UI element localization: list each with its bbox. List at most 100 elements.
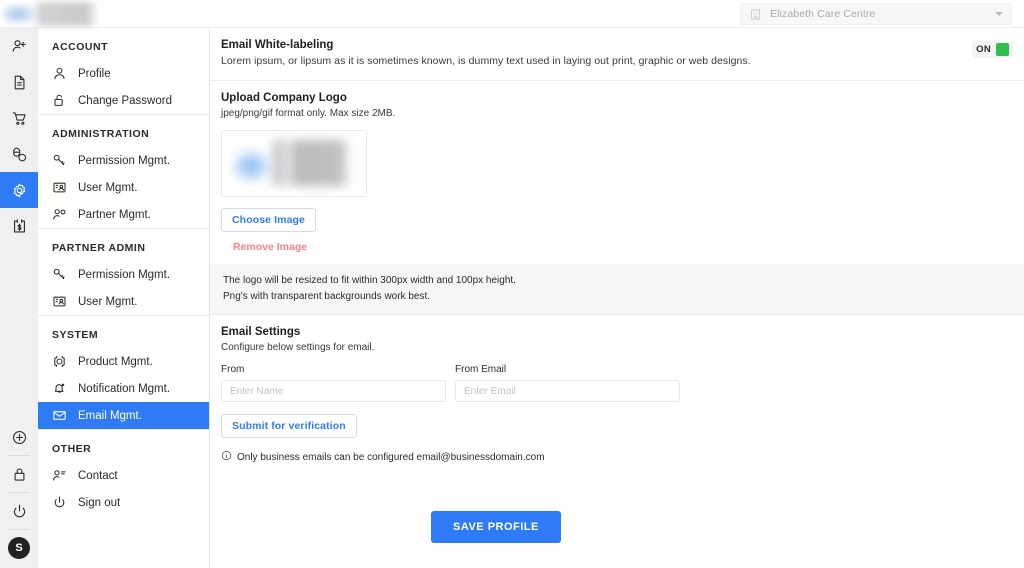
sidebar-item-permission-mgmt[interactable]: Permission Mgmt. bbox=[38, 147, 209, 174]
email-settings-subtitle: Configure below settings for email. bbox=[221, 342, 375, 353]
avatar[interactable]: S bbox=[8, 537, 30, 559]
sidebar-item-product-mgmt[interactable]: Product Mgmt. bbox=[38, 348, 209, 375]
contact-icon bbox=[52, 468, 67, 483]
sidebar-item-label: Permission Mgmt. bbox=[78, 268, 171, 281]
upload-logo-subtitle: jpeg/png/gif format only. Max size 2MB. bbox=[221, 108, 396, 119]
organization-name: Elizabeth Care Centre bbox=[770, 8, 876, 20]
key-icon bbox=[52, 267, 67, 282]
sidebar-item-label: Permission Mgmt. bbox=[78, 154, 171, 167]
top-bar: Elizabeth Care Centre bbox=[0, 0, 1024, 28]
sidebar-item-partner-mgmt[interactable]: Partner Mgmt. bbox=[38, 201, 209, 228]
page-title: Email White-labeling bbox=[221, 39, 334, 51]
gear-icon[interactable] bbox=[0, 172, 38, 208]
sidebar-item-user-mgmt[interactable]: User Mgmt. bbox=[38, 174, 209, 201]
sidebar-group-partner-admin: PARTNER ADMIN Permission Mgmt. User Mgmt… bbox=[38, 228, 209, 315]
logo-preview-image bbox=[233, 140, 352, 186]
icon-rail-bottom: S bbox=[0, 419, 38, 568]
icon-rail-top bbox=[0, 28, 38, 244]
plus-circle-icon[interactable] bbox=[0, 419, 38, 455]
product-icon bbox=[52, 354, 67, 369]
logo-requirements-note: The logo will be resized to fit within 3… bbox=[210, 264, 1024, 314]
remove-image-link[interactable]: Remove Image bbox=[221, 241, 1013, 253]
partner-icon bbox=[52, 207, 67, 222]
sidebar-group-administration: ADMINISTRATION Permission Mgmt. User Mgm… bbox=[38, 114, 209, 228]
white-labeling-header: Email White-labeling Lorem ipsum, or lip… bbox=[221, 28, 1013, 67]
sidebar-group-title: OTHER bbox=[52, 443, 92, 455]
main-content: Email White-labeling Lorem ipsum, or lip… bbox=[210, 28, 1024, 568]
id-card-icon bbox=[52, 294, 67, 309]
sidebar-group-system: SYSTEM Product Mgmt. Notification Mgmt. … bbox=[38, 315, 209, 429]
user-icon bbox=[52, 66, 67, 81]
sidebar-item-profile[interactable]: Profile bbox=[38, 60, 209, 87]
document-icon[interactable] bbox=[0, 64, 38, 100]
upload-company-logo-section: Upload Company Logo jpeg/png/gif format … bbox=[210, 81, 1024, 253]
sidebar-item-label: Product Mgmt. bbox=[78, 355, 153, 368]
key-icon bbox=[52, 153, 67, 168]
sidebar-item-label: Notification Mgmt. bbox=[78, 382, 171, 395]
power-icon[interactable] bbox=[0, 493, 38, 529]
white-labeling-text: Email White-labeling Lorem ipsum, or lip… bbox=[221, 39, 751, 67]
medication-icon[interactable] bbox=[0, 136, 38, 172]
sidebar-item-sign-out[interactable]: Sign out bbox=[38, 489, 209, 516]
toggle-label: ON bbox=[976, 44, 991, 55]
from-email-label: From Email bbox=[455, 364, 507, 375]
hint-text: Only business emails can be configured e… bbox=[237, 451, 545, 463]
sidebar-menu: ACCOUNT Profile Change Password ADMINIST… bbox=[38, 28, 210, 568]
rail-divider bbox=[8, 529, 30, 530]
toggle-switch[interactable] bbox=[996, 43, 1009, 56]
icon-rail: S bbox=[0, 28, 38, 568]
submit-for-verification-button[interactable]: Submit for verification bbox=[221, 414, 357, 438]
from-name-input[interactable] bbox=[221, 380, 446, 402]
sidebar-item-email-mgmt[interactable]: Email Mgmt. bbox=[38, 402, 209, 429]
from-email-field-group: From Email bbox=[455, 364, 680, 402]
sidebar-group-title: SYSTEM bbox=[52, 329, 99, 341]
app-root: Elizabeth Care Centre S ACCOUNT Profile … bbox=[0, 0, 1024, 568]
sidebar-item-label: Partner Mgmt. bbox=[78, 208, 151, 221]
sidebar-item-label: User Mgmt. bbox=[78, 181, 138, 194]
email-settings-section: Email Settings Configure below settings … bbox=[210, 315, 1024, 466]
add-user-icon[interactable] bbox=[0, 28, 38, 64]
sidebar-group-account: ACCOUNT Profile Change Password bbox=[38, 28, 209, 114]
calendar-dollar-icon[interactable] bbox=[0, 208, 38, 244]
sidebar-item-notification-mgmt[interactable]: Notification Mgmt. bbox=[38, 375, 209, 402]
sidebar-item-change-password[interactable]: Change Password bbox=[38, 87, 209, 114]
note-line-2: Png's with transparent backgrounds work … bbox=[223, 290, 431, 302]
brand-logo[interactable] bbox=[4, 2, 100, 26]
sidebar-item-contact[interactable]: Contact bbox=[38, 462, 209, 489]
building-icon bbox=[749, 8, 762, 21]
organization-selector[interactable]: Elizabeth Care Centre bbox=[740, 3, 1012, 25]
sidebar-group-other: OTHER Contact Sign out bbox=[38, 429, 209, 516]
cart-icon[interactable] bbox=[0, 100, 38, 136]
business-email-hint: Only business emails can be configured e… bbox=[221, 448, 1013, 466]
sidebar-item-partner-user-mgmt[interactable]: User Mgmt. bbox=[38, 288, 209, 315]
note-line-1: The logo will be resized to fit within 3… bbox=[223, 275, 516, 286]
sidebar-item-label: Sign out bbox=[78, 496, 121, 509]
logo-preview bbox=[221, 130, 367, 197]
choose-image-button[interactable]: Choose Image bbox=[221, 208, 316, 232]
chevron-down-icon[interactable] bbox=[995, 12, 1003, 16]
sidebar-item-partner-permission-mgmt[interactable]: Permission Mgmt. bbox=[38, 261, 209, 288]
email-settings-form: From From Email bbox=[221, 364, 1013, 402]
save-profile-wrap: SAVE PROFILE bbox=[431, 511, 561, 543]
white-labeling-toggle[interactable]: ON bbox=[972, 41, 1013, 58]
from-label: From bbox=[221, 364, 245, 375]
sidebar-group-title: PARTNER ADMIN bbox=[52, 242, 146, 254]
info-icon bbox=[221, 448, 232, 466]
page-description: Lorem ipsum, or lipsum as it is sometime… bbox=[221, 55, 751, 67]
lock-icon[interactable] bbox=[0, 456, 38, 492]
save-profile-button[interactable]: SAVE PROFILE bbox=[431, 511, 561, 543]
from-field-group: From bbox=[221, 364, 446, 402]
sidebar-item-label: Contact bbox=[78, 469, 118, 482]
sidebar-item-label: Email Mgmt. bbox=[78, 409, 142, 422]
unlock-icon bbox=[52, 93, 67, 108]
from-email-input[interactable] bbox=[455, 380, 680, 402]
sidebar-item-label: Change Password bbox=[78, 94, 172, 107]
sidebar-item-label: User Mgmt. bbox=[78, 295, 138, 308]
email-white-labeling-section: Email White-labeling Lorem ipsum, or lip… bbox=[210, 28, 1024, 67]
bell-icon bbox=[52, 381, 67, 396]
upload-logo-title: Upload Company Logo bbox=[221, 92, 347, 104]
id-card-icon bbox=[52, 180, 67, 195]
sidebar-item-label: Profile bbox=[78, 67, 111, 80]
sidebar-group-title: ADMINISTRATION bbox=[52, 128, 150, 140]
email-settings-title: Email Settings bbox=[221, 326, 301, 338]
